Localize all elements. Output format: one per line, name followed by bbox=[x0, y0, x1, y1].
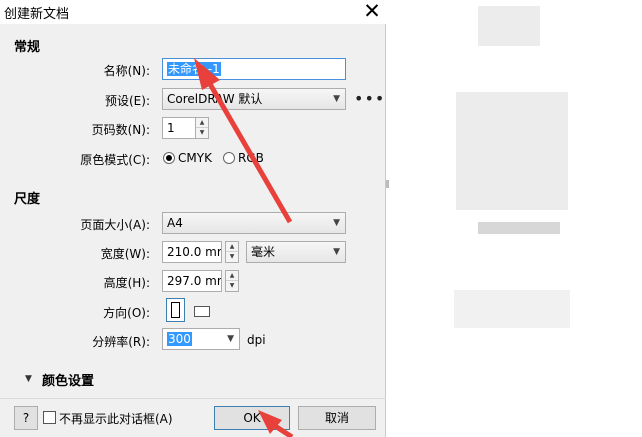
general-section-heading: 常规 bbox=[14, 40, 41, 55]
stepper-down-icon[interactable]: ▼ bbox=[226, 252, 238, 262]
preset-value: CorelDRAW 默认 bbox=[167, 92, 263, 106]
create-new-document-dialog: 创建新文档 ✕ 常规 名称(N): 未命名 -1 预设(E): CorelDRA… bbox=[0, 0, 386, 437]
resolution-unit: dpi bbox=[247, 333, 266, 347]
ok-button[interactable]: OK bbox=[214, 406, 290, 430]
portrait-orientation-icon[interactable] bbox=[166, 298, 185, 322]
pages-label: 页码数(N): bbox=[91, 123, 150, 137]
page-size-value: A4 bbox=[167, 216, 183, 230]
name-input[interactable]: 未命名 -1 bbox=[162, 58, 346, 80]
height-label: 高度(H): bbox=[103, 276, 150, 290]
color-mode-label: 原色模式(C): bbox=[80, 153, 150, 167]
name-input-value: 未命名 -1 bbox=[167, 62, 221, 76]
height-stepper[interactable]: ▲ ▼ bbox=[225, 270, 239, 292]
dialog-titlebar: 创建新文档 ✕ bbox=[0, 0, 386, 24]
blurred-shape bbox=[454, 290, 570, 328]
footer-divider bbox=[0, 398, 386, 399]
chevron-down-icon: ▼ bbox=[333, 94, 340, 104]
more-options-icon[interactable]: ••• bbox=[354, 91, 385, 107]
landscape-orientation-icon[interactable] bbox=[194, 306, 210, 317]
chevron-down-icon: ▼ bbox=[227, 334, 234, 344]
width-input[interactable]: 210.0 mm bbox=[162, 241, 222, 263]
stepper-down-icon[interactable]: ▼ bbox=[196, 128, 208, 138]
dont-show-label[interactable]: 不再显示此对话框(A) bbox=[59, 410, 173, 427]
cmyk-radio[interactable] bbox=[163, 152, 175, 164]
chevron-down-icon: ▼ bbox=[333, 218, 340, 228]
resolution-label: 分辨率(R): bbox=[92, 335, 150, 349]
preset-label: 预设(E): bbox=[105, 94, 150, 108]
page-size-label: 页面大小(A): bbox=[80, 218, 150, 232]
blurred-shape bbox=[478, 6, 540, 46]
width-label: 宽度(W): bbox=[100, 247, 150, 261]
cmyk-label: CMYK bbox=[178, 151, 212, 165]
dont-show-checkbox[interactable] bbox=[43, 411, 56, 424]
stepper-up-icon[interactable]: ▲ bbox=[226, 271, 238, 281]
pages-stepper[interactable]: ▲ ▼ bbox=[195, 117, 209, 139]
portrait-shape bbox=[171, 302, 180, 318]
close-icon[interactable]: ✕ bbox=[360, 0, 384, 23]
chevron-down-icon: ▼ bbox=[333, 247, 340, 257]
rgb-radio[interactable] bbox=[223, 152, 235, 164]
stepper-down-icon[interactable]: ▼ bbox=[226, 281, 238, 291]
width-stepper[interactable]: ▲ ▼ bbox=[225, 241, 239, 263]
rgb-label: RGB bbox=[238, 151, 264, 165]
units-value: 毫米 bbox=[251, 245, 276, 259]
stepper-up-icon[interactable]: ▲ bbox=[196, 118, 208, 128]
blurred-shape bbox=[456, 92, 568, 210]
dimensions-section-heading: 尺度 bbox=[14, 192, 41, 207]
resolution-dropdown[interactable]: 300 ▼ bbox=[162, 328, 240, 350]
color-settings-heading[interactable]: 颜色设置 bbox=[42, 370, 94, 389]
orientation-label: 方向(O): bbox=[103, 306, 150, 320]
units-dropdown[interactable]: 毫米 ▼ bbox=[246, 241, 346, 263]
dialog-title: 创建新文档 bbox=[4, 7, 70, 22]
resolution-value: 300 bbox=[167, 332, 192, 346]
expand-triangle-icon[interactable]: ▼ bbox=[25, 374, 32, 384]
cancel-button[interactable]: 取消 bbox=[298, 406, 376, 430]
stepper-up-icon[interactable]: ▲ bbox=[226, 242, 238, 252]
blurred-shape bbox=[478, 222, 560, 234]
page-size-dropdown[interactable]: A4 ▼ bbox=[162, 212, 346, 234]
help-button[interactable]: ? bbox=[14, 406, 38, 430]
blurred-shape bbox=[386, 180, 389, 188]
pages-input[interactable]: 1 bbox=[162, 117, 196, 139]
preset-dropdown[interactable]: CorelDRAW 默认 ▼ bbox=[162, 88, 346, 110]
name-label: 名称(N): bbox=[103, 64, 150, 78]
height-input[interactable]: 297.0 mm bbox=[162, 270, 222, 292]
